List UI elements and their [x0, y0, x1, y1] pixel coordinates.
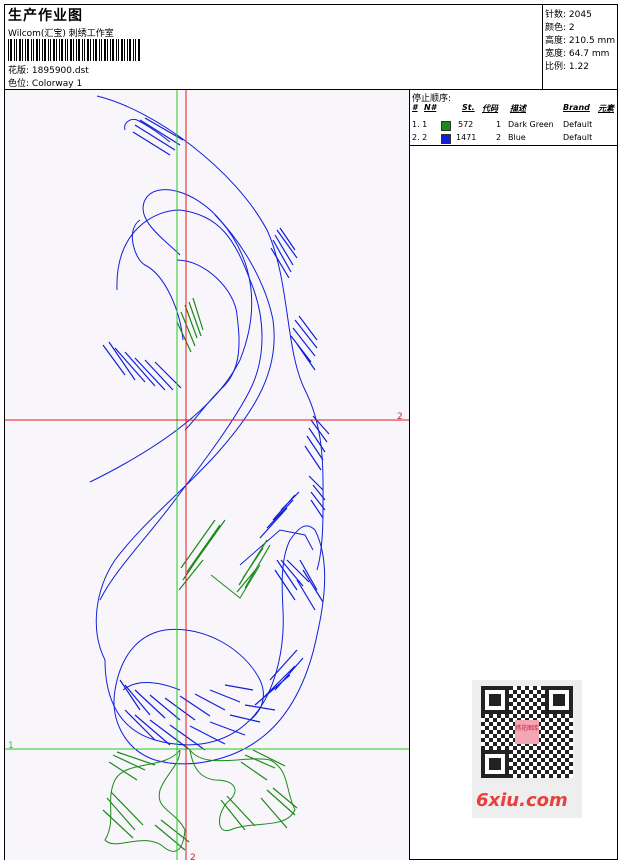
stat-height-label: 高度: [545, 36, 567, 46]
design-file: 1895900.dst [31, 66, 89, 76]
design-info: 花版: 1895900.dst [8, 63, 89, 76]
stats-panel: 针数: 2045 颜色: 2 高度: 210.5 mm 宽度: 64.7 mm … [542, 5, 618, 89]
blue-satin-stitches [102, 117, 330, 751]
row-description: Dark Green [508, 120, 554, 129]
row-brand: Default [563, 133, 593, 142]
col-needle: N# [424, 103, 437, 112]
stat-scale: 比例: 1.22 [545, 59, 589, 72]
row-stitches: 1471 [456, 133, 477, 142]
stat-height: 高度: 210.5 mm [545, 33, 615, 46]
company-name: Wilcom(汇宝) 刺绣工作室 [8, 29, 114, 39]
watermark-logo: 6xiu.com [476, 790, 568, 811]
col-code: 代码 [482, 104, 498, 113]
col-brand: Brand [563, 103, 590, 112]
design-canvas[interactable]: 2 2 1 [5, 90, 410, 860]
colorway-label: 色位: [8, 79, 30, 89]
row-code: 1 [496, 120, 502, 129]
stop-sequence-header: # N# St. 代码 描述 Brand 元素 [410, 103, 617, 114]
col-element: 元素 [598, 104, 614, 113]
stat-scale-label: 比例: [545, 62, 567, 72]
stat-width-label: 宽度: [545, 49, 567, 59]
design-label: 花版: [8, 66, 30, 76]
stop-row[interactable]: 1. 1 572 1 Dark Green Default [410, 120, 617, 132]
stat-stitches: 针数: 2045 [545, 7, 592, 20]
color-swatch [441, 134, 451, 144]
row-description: Blue [508, 133, 526, 142]
guide-lines [5, 90, 409, 860]
green-satin-stitches [102, 297, 298, 851]
stat-stitches-label: 针数: [545, 10, 567, 20]
qr-stamp-text: 绣花图库 [515, 724, 539, 732]
qr-code: 绣花图库 [481, 686, 573, 778]
row-index: 1. 1 [412, 120, 428, 129]
colorway-info: 色位: Colorway 1 [8, 76, 82, 89]
row-stitches: 572 [458, 120, 474, 129]
stat-stitches-value: 2045 [568, 10, 592, 20]
stat-width: 宽度: 64.7 mm [545, 46, 609, 59]
col-index: # [412, 103, 418, 112]
stat-colors-value: 2 [568, 23, 575, 33]
embroidery-preview: 2 2 1 [5, 90, 409, 860]
col-stitches: St. [462, 103, 475, 112]
stat-colors: 颜色: 2 [545, 20, 575, 33]
colorway-value: Colorway 1 [31, 79, 83, 89]
divider [410, 145, 617, 146]
row-index: 2. 2 [412, 133, 428, 142]
green-h-marker: 1 [8, 741, 14, 751]
stop-row[interactable]: 2. 2 1471 2 Blue Default [410, 133, 617, 145]
row-code: 2 [496, 133, 502, 142]
stat-scale-value: 1.22 [568, 62, 589, 72]
stat-height-value: 210.5 mm [568, 36, 616, 46]
sheet-header: 生产作业图 Wilcom(汇宝) 刺绣工作室 花版: 1895900.dst 色… [5, 5, 617, 90]
stat-colors-label: 颜色: [545, 23, 567, 33]
color-swatch [441, 121, 451, 131]
barcode [8, 39, 140, 61]
red-v-marker: 2 [190, 853, 196, 860]
col-description: 描述 [510, 104, 526, 113]
blue-run-stitches [89, 95, 326, 765]
red-h-marker: 2 [397, 412, 403, 422]
stat-width-value: 64.7 mm [568, 49, 610, 59]
row-brand: Default [563, 120, 593, 129]
page-title: 生产作业图 [8, 8, 83, 24]
